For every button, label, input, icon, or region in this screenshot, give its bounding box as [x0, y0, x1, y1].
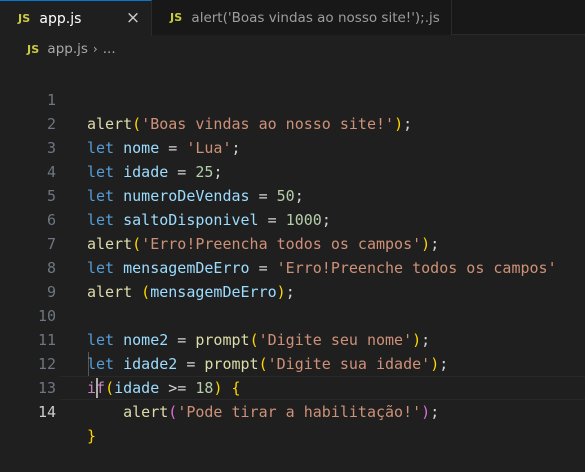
tab-app-js[interactable]: JS app.js × [0, 0, 152, 36]
javascript-file-icon: JS [18, 12, 31, 25]
code-line[interactable]: 9 [0, 256, 585, 301]
code-line[interactable]: 13 alert('Pode tirar a habilitação!'); [0, 352, 585, 421]
breadcrumb-file[interactable]: app.js [47, 41, 88, 57]
token-string: 'Pode tirar a habilitação!' [177, 403, 422, 421]
tab-alert-js[interactable]: JS alert('Boas vindas ao nosso site!');.… [152, 0, 452, 35]
tab-label: alert('Boas vindas ao nosso site!');.js [191, 9, 440, 26]
line-number: 14 [37, 403, 56, 421]
code-line[interactable]: 2 let nome = 'Lua'; [0, 88, 585, 157]
token-bracket: ) [421, 403, 431, 421]
javascript-file-icon: JS [27, 42, 40, 56]
text-cursor [96, 378, 98, 398]
token-brace: } [87, 427, 97, 445]
line-code: alert('Pode tirar a habilitação!'); [87, 400, 439, 424]
breadcrumb-more[interactable]: ... [103, 41, 116, 57]
code-editor[interactable]: 1 alert('Boas vindas ao nosso site!'); 2… [0, 64, 585, 445]
close-tab-icon[interactable]: × [122, 7, 144, 29]
code-line[interactable]: 14 } [0, 376, 585, 445]
javascript-file-icon: JS [170, 11, 183, 24]
chevron-right-icon: › [92, 42, 98, 56]
code-line[interactable]: 11 let idade2 = prompt('Digite sua idade… [0, 304, 585, 373]
token-punct: ; [430, 403, 440, 421]
code-line[interactable]: 8 alert (mensagemDeErro); [0, 232, 585, 301]
editor-tab-bar: JS app.js × JS alert('Boas vindas ao nos… [0, 0, 585, 36]
code-line[interactable]: 1 alert('Boas vindas ao nosso site!'); [0, 64, 585, 133]
code-line[interactable]: 7 let mensagemDeErro = 'Erro!Preenche to… [0, 208, 585, 277]
tab-label: app.js [39, 10, 82, 27]
token-bracket: ( [168, 403, 178, 421]
code-line[interactable]: 5 let saltoDisponivel = 1000; [0, 160, 585, 229]
breadcrumb: JS app.js › ... [0, 36, 585, 62]
code-line[interactable]: 3 let idade = 25; [0, 112, 585, 181]
token-function: alert [123, 403, 169, 421]
line-code: } [87, 424, 96, 448]
code-line[interactable]: 6 alert('Erro!Preencha todos os campos')… [0, 184, 585, 253]
code-line[interactable]: 10 let nome2 = prompt('Digite seu nome')… [0, 280, 585, 349]
code-line[interactable]: 12 if(idade >= 18) { [0, 328, 585, 397]
code-line[interactable]: 4 let numeroDeVendas = 50; [0, 136, 585, 205]
